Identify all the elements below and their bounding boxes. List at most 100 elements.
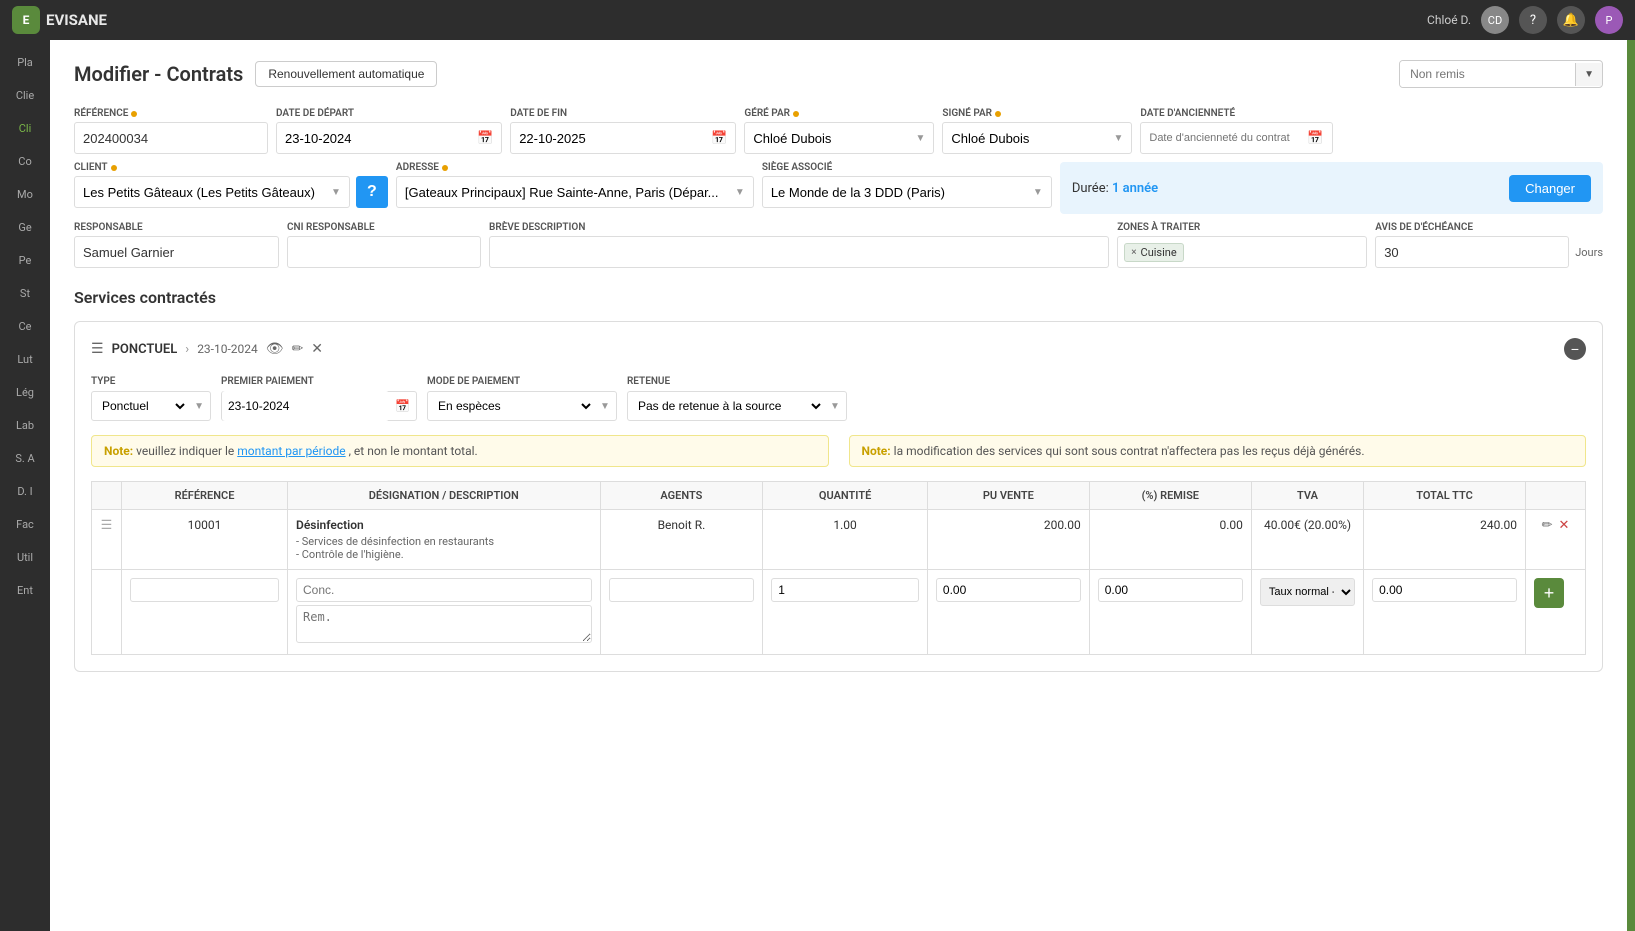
new-row-empty1 xyxy=(92,570,122,655)
gere-par-select-wrapper: Chloé Dubois ▼ xyxy=(744,122,934,154)
premier-paiement-input[interactable] xyxy=(222,391,389,421)
date-depart-input[interactable] xyxy=(277,125,469,152)
zone-tag-remove[interactable]: × xyxy=(1131,247,1136,258)
cni-input[interactable] xyxy=(287,236,481,268)
th-quantite: QUANTITÉ xyxy=(763,482,928,510)
sidebar-item-sa[interactable]: S. A xyxy=(0,444,50,473)
service-edit-icon[interactable]: ✏ xyxy=(292,341,304,357)
sidebar-item-en[interactable]: Ent xyxy=(0,576,50,605)
calendar-anciennete-icon[interactable]: 📅 xyxy=(1299,131,1331,146)
reference-input[interactable] xyxy=(74,122,268,154)
calendar-icon[interactable]: 📅 xyxy=(469,131,501,146)
sidebar-item-ut[interactable]: Util xyxy=(0,543,50,572)
auto-renewal-btn[interactable]: Renouvellement automatique xyxy=(255,61,437,87)
client-select[interactable]: Les Petits Gâteaux (Les Petits Gâteaux) xyxy=(75,181,323,204)
duration-value: 1 année xyxy=(1112,181,1158,196)
gere-par-label: GÉRÉ PAR xyxy=(744,108,934,119)
profile-btn[interactable]: P xyxy=(1595,6,1623,34)
siege-associe-chevron: ▼ xyxy=(1025,187,1051,198)
sidebar-item-co[interactable]: Co xyxy=(0,147,50,176)
retenue-select[interactable]: Pas de retenue à la source xyxy=(628,391,824,421)
row-edit-btn[interactable]: ✏ xyxy=(1542,518,1553,533)
premier-paiement-field: PREMIER PAIEMENT 📅 xyxy=(221,376,417,421)
sidebar-item-lu[interactable]: Lut xyxy=(0,345,50,374)
sidebar-item-pla[interactable]: Pla xyxy=(0,48,50,77)
calendar-fin-icon[interactable]: 📅 xyxy=(703,131,735,146)
sidebar-item-ce[interactable]: Ce xyxy=(0,312,50,341)
siege-associe-select[interactable]: Le Monde de la 3 DDD (Paris) xyxy=(763,181,1025,204)
sidebar-item-mo[interactable]: Mo xyxy=(0,180,50,209)
th-remise: (%) REMISE xyxy=(1089,482,1251,510)
page-title: Modifier - Contrats xyxy=(74,62,243,86)
sidebar-item-clie[interactable]: Clie xyxy=(0,81,50,110)
sidebar-item-di[interactable]: D. I xyxy=(0,477,50,506)
services-section: Services contractés ☰ PONCTUEL › 23-10-2… xyxy=(74,288,1603,672)
client-chevron: ▼ xyxy=(323,187,349,198)
signe-par-select[interactable]: Chloé Dubois xyxy=(943,127,1105,150)
premier-paiement-label: PREMIER PAIEMENT xyxy=(221,376,417,387)
new-row-conc-input[interactable] xyxy=(296,578,592,602)
help-btn[interactable]: ? xyxy=(1519,6,1547,34)
gere-par-select[interactable]: Chloé Dubois xyxy=(745,127,907,150)
zones-field-group: ZONES À TRAITER × Cuisine xyxy=(1117,222,1367,268)
retenue-field: RETENUE Pas de retenue à la source ▼ xyxy=(627,376,847,421)
row-quantite: 1.00 xyxy=(763,510,928,570)
client-label: CLIENT xyxy=(74,162,388,173)
date-anciennete-input[interactable] xyxy=(1141,126,1299,150)
sidebar-item-st[interactable]: St xyxy=(0,279,50,308)
notif-btn[interactable]: 🔔 xyxy=(1557,6,1585,34)
note1-link[interactable]: montant par période xyxy=(237,444,345,458)
new-row-ref-input[interactable] xyxy=(130,578,279,602)
responsable-input[interactable] xyxy=(74,236,279,268)
service-view-icon[interactable]: 👁 xyxy=(266,341,284,357)
status-dropdown[interactable]: ▼ xyxy=(1399,60,1603,88)
new-row-total-input[interactable] xyxy=(1372,578,1517,602)
avis-input[interactable] xyxy=(1375,236,1569,268)
new-row-tva-select[interactable]: Taux normal - 2 xyxy=(1260,578,1355,606)
description-label: BRÈVE DESCRIPTION xyxy=(489,222,1109,233)
th-designation: DÉSIGNATION / DESCRIPTION xyxy=(288,482,601,510)
new-row-pu-vente-input[interactable] xyxy=(936,578,1081,602)
service-type-select[interactable]: Ponctuel xyxy=(92,391,188,421)
sidebar-item-le[interactable]: Lég xyxy=(0,378,50,407)
new-table-row: Taux normal - 2 + xyxy=(92,570,1586,655)
row-delete-btn[interactable]: ✕ xyxy=(1559,518,1570,533)
right-accent-bar xyxy=(1627,40,1635,931)
new-row-rem-textarea[interactable] xyxy=(296,605,592,643)
new-row-quantite-input[interactable] xyxy=(771,578,919,602)
logo-text: EVISANE xyxy=(46,11,107,29)
table-row: ☰ 10001 Désinfection - Services de désin… xyxy=(92,510,1586,570)
sidebar-item-pe[interactable]: Pe xyxy=(0,246,50,275)
date-fin-input[interactable] xyxy=(511,125,703,152)
new-row-pu-vente-cell xyxy=(927,570,1089,655)
adresse-select[interactable]: [Gateaux Principaux] Rue Sainte-Anne, Pa… xyxy=(397,181,727,204)
nav-right: Chloé D. CD ? 🔔 P xyxy=(1427,6,1623,34)
row-agents: Benoit R. xyxy=(600,510,763,570)
sidebar-item-ge[interactable]: Ge xyxy=(0,213,50,242)
required-dot-signe xyxy=(995,111,1001,117)
new-row-remise-input[interactable] xyxy=(1098,578,1243,602)
sidebar-item-fa[interactable]: Fac xyxy=(0,510,50,539)
retenue-chevron: ▼ xyxy=(824,401,846,412)
logo-icon: E xyxy=(12,6,40,34)
duration-text: Durée: 1 année xyxy=(1072,181,1158,196)
note2-prefix: Note: xyxy=(862,444,891,458)
client-help-btn[interactable]: ? xyxy=(356,176,388,208)
table-body: ☰ 10001 Désinfection - Services de désin… xyxy=(92,510,1586,655)
description-input[interactable] xyxy=(489,236,1109,268)
service-expand-btn[interactable]: − xyxy=(1564,338,1586,360)
siege-associe-label: SIÈGE ASSOCIÉ xyxy=(762,162,1052,173)
zone-tag-cuisine: × Cuisine xyxy=(1124,243,1184,262)
premier-paiement-calendar-icon[interactable]: 📅 xyxy=(389,399,416,413)
new-row-agents-input[interactable] xyxy=(609,578,755,602)
sidebar-item-la[interactable]: Lab xyxy=(0,411,50,440)
status-input[interactable] xyxy=(1400,61,1575,87)
changer-btn[interactable]: Changer xyxy=(1509,175,1591,202)
mode-paiement-select[interactable]: En espèces xyxy=(428,391,594,421)
row-reference: 10001 xyxy=(122,510,288,570)
service-delete-icon[interactable]: ✕ xyxy=(311,341,323,357)
status-chevron[interactable]: ▼ xyxy=(1575,63,1602,86)
item-sub-1: - Services de désinfection en restaurant… xyxy=(296,535,592,548)
sidebar-item-cli[interactable]: Cli xyxy=(0,114,50,143)
add-row-btn[interactable]: + xyxy=(1534,578,1564,608)
